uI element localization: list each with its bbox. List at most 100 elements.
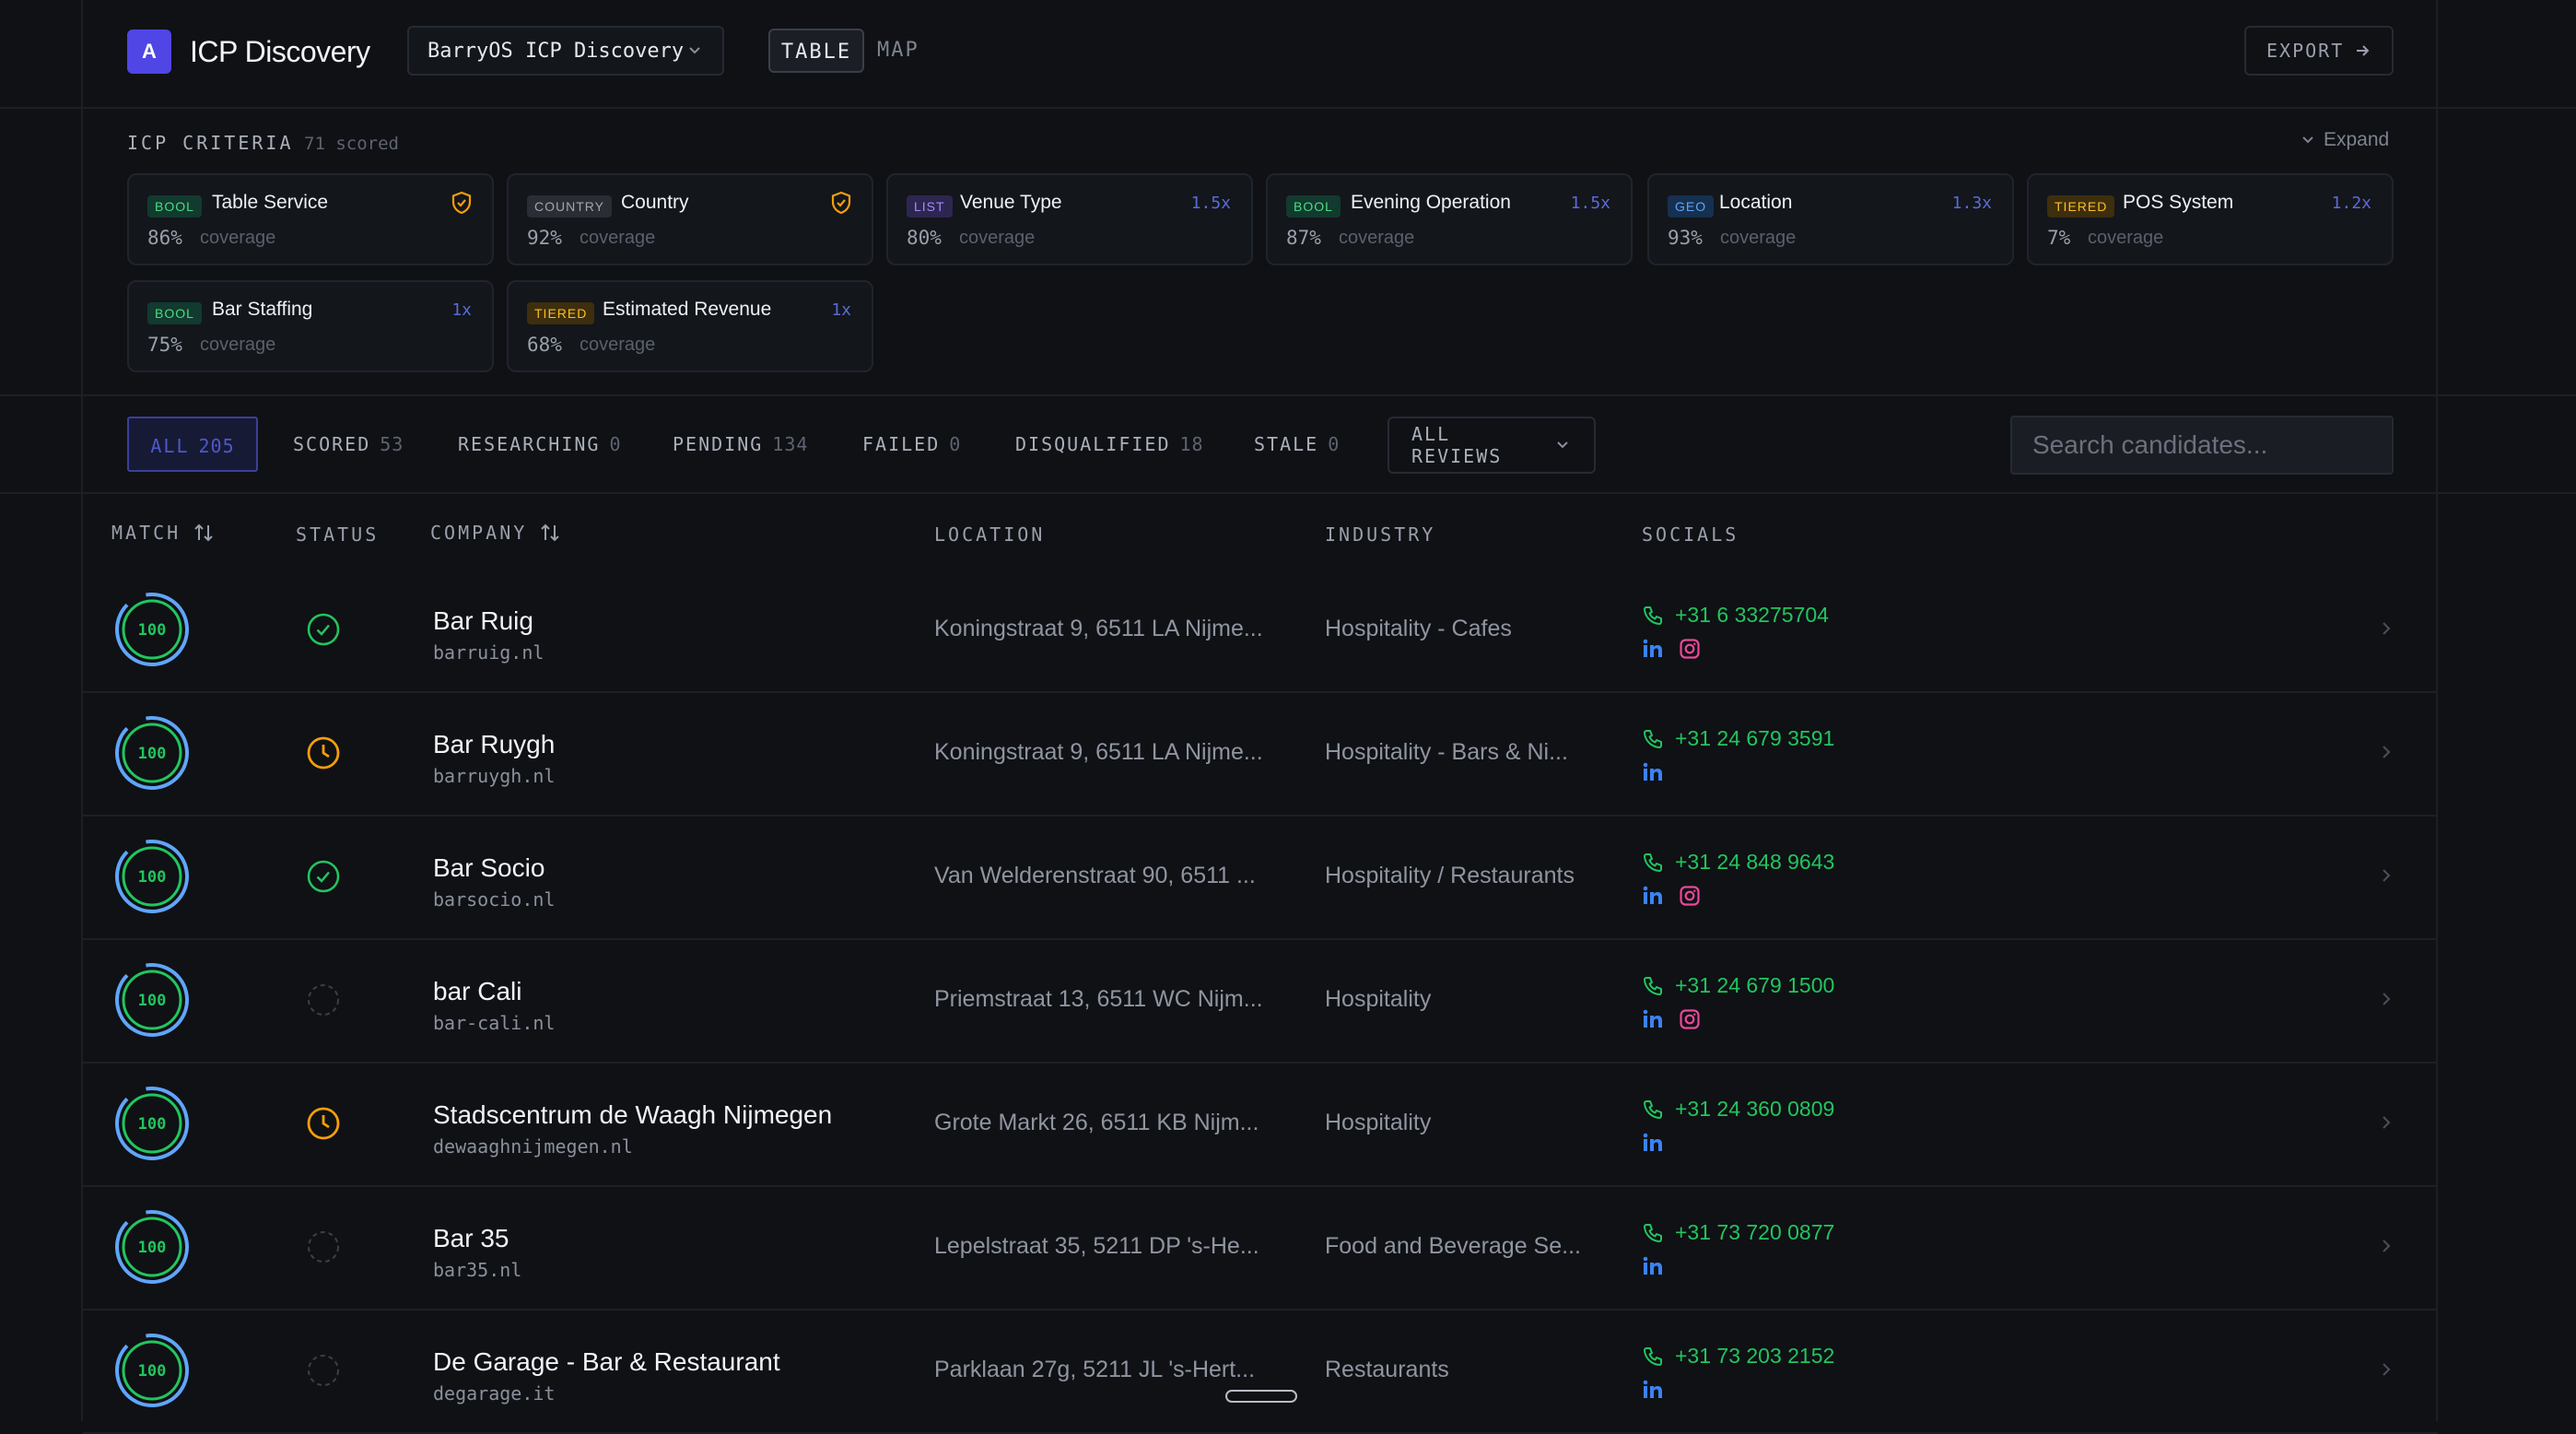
match-score-value: 100 xyxy=(138,1362,167,1381)
match-score-ring: 100 xyxy=(115,593,189,666)
column-header-socials: SOCIALS xyxy=(1642,523,1739,546)
filter-tab-disqualified[interactable]: DISQUALIFIED 18 xyxy=(1015,417,1204,472)
match-score-value: 100 xyxy=(138,745,167,763)
linkedin-icon[interactable] xyxy=(1642,1008,1664,1030)
filter-tab-failed[interactable]: FAILED 0 xyxy=(862,417,961,472)
search-input[interactable] xyxy=(2010,416,2394,475)
clock-icon xyxy=(307,736,340,770)
company-phone[interactable]: +31 24 679 1500 xyxy=(1675,973,1834,998)
company-domain: bar-cali.nl xyxy=(433,1012,556,1034)
company-industry: Restaurants xyxy=(1325,1357,1449,1382)
company-phone[interactable]: +31 24 360 0809 xyxy=(1675,1097,1834,1122)
linkedin-icon[interactable] xyxy=(1642,1132,1664,1154)
criteria-coverage-label: coverage xyxy=(1339,228,1415,248)
company-location: Lepelstraat 35, 5211 DP 's-He... xyxy=(934,1233,1259,1259)
reviews-filter-select[interactable]: ALL REVIEWS xyxy=(1388,417,1596,474)
company-phone[interactable]: +31 73 720 0877 xyxy=(1675,1220,1834,1245)
company-industry: Food and Beverage Se... xyxy=(1325,1233,1581,1259)
table-row[interactable]: 100 Bar Ruygh barruygh.nl Koningstraat 9, 6… xyxy=(83,691,2438,817)
filter-tab-count: 205 xyxy=(198,435,235,457)
linkedin-icon[interactable] xyxy=(1642,885,1664,907)
filter-tab-all[interactable]: ALL 205 xyxy=(127,417,258,472)
chevron-right-icon[interactable] xyxy=(2375,864,2397,887)
company-phone[interactable]: +31 24 848 9643 xyxy=(1675,850,1834,875)
export-button[interactable]: EXPORT xyxy=(2244,26,2394,76)
company-phone[interactable]: +31 6 33275704 xyxy=(1675,603,1829,628)
match-score-ring: 100 xyxy=(115,1210,189,1284)
criteria-card[interactable]: BOOL Evening Operation 1.5x 87% coverage xyxy=(1266,173,1633,265)
criteria-weight: 1.2x xyxy=(2331,194,2371,213)
filter-tab-label: ALL xyxy=(150,435,190,457)
company-industry: Hospitality - Bars & Ni... xyxy=(1325,739,1568,765)
criteria-card[interactable]: TIERED Estimated Revenue 1x 68% coverage xyxy=(507,280,873,372)
table-row[interactable]: 100 Bar Ruig barruig.nl Koningstraat 9, 651… xyxy=(83,568,2438,693)
table-row[interactable]: 100 Stadscentrum de Waagh Nijmegen dewaagh… xyxy=(83,1062,2438,1187)
dashed-circle-icon xyxy=(308,1355,339,1386)
company-domain: dewaaghnijmegen.nl xyxy=(433,1135,633,1158)
tab-map[interactable]: MAP xyxy=(877,29,919,73)
criteria-card[interactable]: BOOL Bar Staffing 1x 75% coverage xyxy=(127,280,494,372)
column-header-company[interactable]: COMPANY xyxy=(430,521,562,545)
company-domain: degarage.it xyxy=(433,1382,556,1405)
match-score-value: 100 xyxy=(138,992,167,1010)
criteria-type-tag: LIST xyxy=(907,195,953,217)
instagram-icon[interactable] xyxy=(1679,1008,1701,1030)
filter-tab-pending[interactable]: PENDING 134 xyxy=(673,417,808,472)
company-domain: barsocio.nl xyxy=(433,888,556,911)
chevron-right-icon[interactable] xyxy=(2375,617,2397,640)
chevron-right-icon[interactable] xyxy=(2375,741,2397,763)
filter-tab-count: 0 xyxy=(609,433,622,455)
linkedin-icon[interactable] xyxy=(1642,1255,1664,1277)
column-header-industry: INDUSTRY xyxy=(1325,523,1436,546)
clock-icon xyxy=(307,1107,340,1140)
instagram-icon[interactable] xyxy=(1679,638,1701,660)
company-phone[interactable]: +31 73 203 2152 xyxy=(1675,1344,1834,1369)
chevron-right-icon[interactable] xyxy=(2375,1111,2397,1134)
chevron-right-icon[interactable] xyxy=(2375,1358,2397,1381)
table-row[interactable]: 100 Bar 35 bar35.nl Lepelstraat 35, 5211 DP… xyxy=(83,1185,2438,1311)
filter-tab-stale[interactable]: STALE 0 xyxy=(1254,417,1340,472)
filter-tab-researching[interactable]: RESEARCHING 0 xyxy=(458,417,622,472)
table-row[interactable]: 100 Bar Socio barsocio.nl Van Welderenstraa… xyxy=(83,815,2438,940)
filter-tab-label: STALE xyxy=(1254,433,1319,455)
table-row[interactable]: 100 bar Cali bar-cali.nl Priemstraat 13, 65… xyxy=(83,938,2438,1064)
header-divider xyxy=(0,107,2576,109)
criteria-weight: 1.5x xyxy=(1570,194,1610,213)
criteria-name: Table Service xyxy=(212,192,329,213)
criteria-type-tag: BOOL xyxy=(147,302,202,324)
chevron-right-icon[interactable] xyxy=(2375,1235,2397,1257)
arrow-right-icon xyxy=(2357,45,2370,56)
filter-tab-scored[interactable]: SCORED 53 xyxy=(293,417,404,472)
criteria-card[interactable]: TIERED POS System 1.2x 7% coverage xyxy=(2027,173,2394,265)
linkedin-icon[interactable] xyxy=(1642,1379,1664,1401)
criteria-coverage-value: 86% xyxy=(147,227,182,249)
linkedin-icon[interactable] xyxy=(1642,638,1664,660)
chevron-down-icon xyxy=(1557,441,1568,449)
linkedin-icon[interactable] xyxy=(1642,761,1664,783)
company-domain: bar35.nl xyxy=(433,1259,522,1281)
company-name: Stadscentrum de Waagh Nijmegen xyxy=(433,1100,833,1129)
criteria-card[interactable]: GEO Location 1.3x 93% coverage xyxy=(1647,173,2014,265)
criteria-coverage-value: 80% xyxy=(907,227,942,249)
match-score-ring: 100 xyxy=(115,1087,189,1160)
tab-table[interactable]: TABLE xyxy=(768,29,864,73)
criteria-card[interactable]: LIST Venue Type 1.5x 80% coverage xyxy=(886,173,1253,265)
expand-toggle[interactable]: Expand xyxy=(2300,129,2389,151)
company-location: Priemstraat 13, 6511 WC Nijm... xyxy=(934,986,1263,1012)
scroll-indicator[interactable] xyxy=(1225,1390,1297,1403)
criteria-name: Evening Operation xyxy=(1351,192,1511,213)
project-select[interactable]: BarryOS ICP Discovery xyxy=(407,26,724,76)
criteria-card[interactable]: COUNTRY Country 92% coverage xyxy=(507,173,873,265)
criteria-coverage-value: 92% xyxy=(527,227,562,249)
criteria-divider xyxy=(0,394,2576,396)
criteria-coverage-label: coverage xyxy=(1720,228,1797,248)
chevron-right-icon[interactable] xyxy=(2375,988,2397,1010)
column-header-match[interactable]: MATCH xyxy=(111,521,216,545)
criteria-card[interactable]: BOOL Table Service 86% coverage xyxy=(127,173,494,265)
filter-tab-count: 53 xyxy=(380,433,404,455)
company-phone[interactable]: +31 24 679 3591 xyxy=(1675,726,1834,751)
instagram-icon[interactable] xyxy=(1679,885,1701,907)
company-domain: barruig.nl xyxy=(433,641,544,664)
table-row[interactable]: 100 De Garage - Bar & Restaurant degarage.… xyxy=(83,1309,2438,1434)
company-industry: Hospitality - Cafes xyxy=(1325,616,1512,641)
